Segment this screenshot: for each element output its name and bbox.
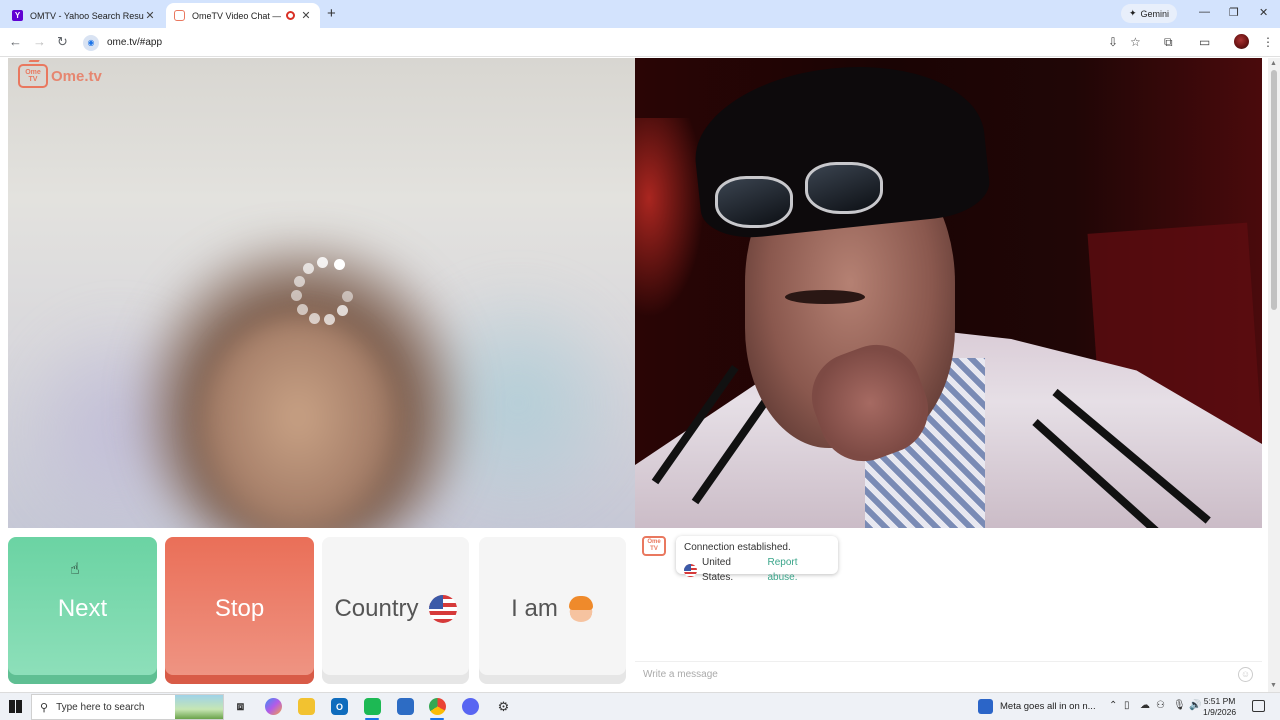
- gender-button[interactable]: I am: [479, 537, 626, 684]
- stop-button[interactable]: Stop: [165, 537, 314, 684]
- country-button[interactable]: Country: [322, 537, 469, 684]
- address-bar[interactable]: ◉ ome.tv/#app: [80, 32, 1100, 53]
- stop-label: Stop: [214, 594, 265, 622]
- tv-logo-icon: Ome TV: [18, 64, 48, 88]
- close-tab-icon[interactable]: ✕: [300, 9, 312, 22]
- tab-title: OMTV - Yahoo Search Results: [30, 10, 144, 21]
- tray-app-icon[interactable]: ▯: [1124, 700, 1130, 711]
- extensions-icon[interactable]: ⧉: [1164, 35, 1173, 50]
- network-icon[interactable]: ⚇: [1156, 700, 1165, 711]
- chat-panel: Ome TV Connection established. United St…: [635, 528, 1262, 686]
- next-label: Next: [57, 594, 108, 622]
- search-placeholder: Type here to search: [56, 701, 145, 713]
- search-icon: ⚲: [40, 701, 49, 714]
- windows-taskbar: ⚲ Type here to search ⧈ O ⚙ Meta goes al…: [0, 692, 1280, 720]
- chat-message: Connection established. United States. R…: [676, 536, 838, 583]
- i-am-label: I am: [511, 594, 558, 622]
- windows-start-icon[interactable]: [9, 700, 22, 713]
- news-widget[interactable]: Meta goes all in on n...: [978, 699, 1096, 714]
- reload-icon[interactable]: ↻: [57, 34, 68, 50]
- mouse-cursor-icon: ☝: [70, 561, 80, 578]
- search-highlight-image: [175, 695, 223, 719]
- clock-time: 5:51 PM: [1203, 696, 1236, 706]
- bookmark-star-icon[interactable]: ☆: [1130, 35, 1141, 49]
- message-status: Connection established.: [684, 542, 791, 553]
- browser-tab-strip: Y OMTV - Yahoo Search Results ✕ OmeTV Vi…: [0, 0, 1280, 28]
- notification-icon[interactable]: [1252, 700, 1265, 712]
- sparkle-icon: ✦: [1129, 8, 1137, 18]
- tab-ometv[interactable]: OmeTV Video Chat — Ome ✕: [166, 3, 320, 28]
- yahoo-icon: Y: [12, 10, 23, 21]
- browser-toolbar: ← → ↻ ◉ ome.tv/#app ⇩ ☆ ⧉ ▭ ⋮: [0, 28, 1280, 57]
- close-tab-icon[interactable]: ✕: [144, 9, 156, 22]
- ometv-chat-icon: Ome TV: [642, 536, 666, 556]
- message-input[interactable]: Write a message ☺: [635, 661, 1262, 686]
- back-icon[interactable]: ←: [9, 34, 22, 49]
- country-label: Country: [334, 594, 419, 622]
- chrome-icon[interactable]: [429, 698, 446, 715]
- recording-icon: [286, 11, 295, 20]
- message-placeholder: Write a message: [643, 669, 718, 680]
- boy-emoji-icon: [567, 595, 594, 622]
- scroll-up-icon[interactable]: ▲: [1270, 60, 1277, 67]
- profile-avatar[interactable]: [1234, 34, 1249, 49]
- message-country: United States.: [702, 557, 734, 583]
- restore-button[interactable]: ❐: [1229, 6, 1239, 19]
- emoji-icon[interactable]: ☺: [1238, 667, 1253, 682]
- clock-date: 1/9/2026: [1203, 707, 1237, 717]
- file-explorer-icon[interactable]: [298, 698, 315, 715]
- us-flag-icon: [428, 594, 457, 623]
- tab-title: OmeTV Video Chat — Ome: [192, 10, 281, 21]
- side-panel-icon[interactable]: ▭: [1199, 35, 1210, 49]
- show-hidden-icons-icon[interactable]: ⌃: [1109, 700, 1117, 711]
- app-icon[interactable]: [364, 698, 381, 715]
- logo-text: Ome.tv: [51, 67, 102, 85]
- blurred-face: [198, 318, 398, 528]
- local-video: Ome TV Ome.tv: [8, 58, 635, 528]
- news-icon: [978, 699, 993, 714]
- discord-icon[interactable]: [462, 698, 479, 715]
- led-light: [635, 118, 705, 318]
- close-window-button[interactable]: ✕: [1259, 6, 1268, 19]
- report-abuse-link[interactable]: Report abuse.: [768, 555, 831, 585]
- install-app-icon[interactable]: ⇩: [1108, 35, 1118, 49]
- copilot-icon[interactable]: [265, 698, 282, 715]
- new-tab-button[interactable]: +: [327, 5, 336, 22]
- volume-icon[interactable]: 🔊: [1189, 700, 1201, 711]
- loading-spinner-icon: [285, 257, 355, 327]
- partner-video: [635, 58, 1262, 528]
- forward-icon[interactable]: →: [33, 34, 46, 49]
- next-button[interactable]: Next: [8, 537, 157, 684]
- gemini-label: Gemini: [1140, 8, 1170, 19]
- ometv-logo[interactable]: Ome TV Ome.tv: [18, 64, 102, 88]
- scroll-down-icon[interactable]: ▼: [1270, 682, 1277, 689]
- us-flag-icon: [684, 563, 697, 577]
- scroll-thumb[interactable]: [1271, 70, 1277, 310]
- gemini-button[interactable]: ✦ Gemini: [1121, 4, 1178, 23]
- ometv-icon: [174, 10, 185, 21]
- menu-icon[interactable]: ⋮: [1262, 35, 1274, 49]
- onedrive-icon[interactable]: ☁: [1140, 700, 1150, 711]
- tab-yahoo-search[interactable]: Y OMTV - Yahoo Search Results ✕: [4, 3, 164, 28]
- taskbar-search[interactable]: ⚲ Type here to search: [31, 694, 224, 720]
- page-scrollbar[interactable]: ▲ ▼: [1268, 58, 1280, 692]
- sunglasses: [705, 162, 885, 236]
- url-text[interactable]: ome.tv/#app: [107, 37, 162, 48]
- task-view-icon[interactable]: ⧈: [232, 698, 249, 715]
- partner-mustache: [785, 290, 865, 304]
- news-headline: Meta goes all in on n...: [1000, 701, 1096, 712]
- store-icon[interactable]: [397, 698, 414, 715]
- site-info-icon[interactable]: ◉: [83, 34, 99, 51]
- settings-gear-icon[interactable]: ⚙: [495, 698, 512, 715]
- outlook-icon[interactable]: O: [331, 698, 348, 715]
- system-clock[interactable]: 5:51 PM 1/9/2026: [1203, 696, 1236, 718]
- microphone-icon[interactable]: 🎙: [1173, 700, 1186, 711]
- minimize-button[interactable]: —: [1199, 6, 1210, 18]
